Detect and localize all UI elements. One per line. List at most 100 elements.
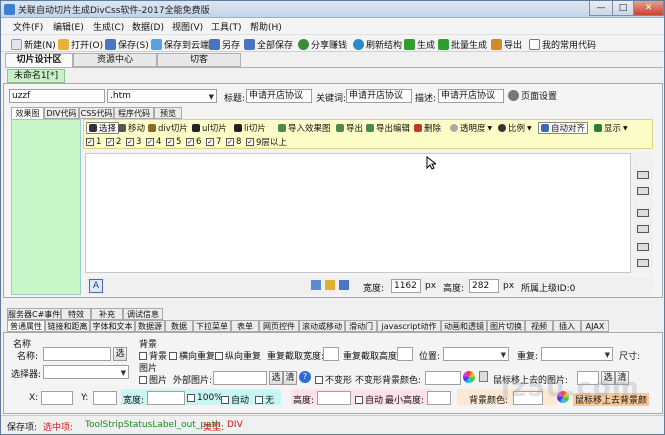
batch-generate-button[interactable]: 批量生成 — [438, 37, 487, 51]
auto-align-toggle[interactable]: 自动对齐 — [538, 122, 589, 134]
tab-datasource[interactable]: 数据源 — [135, 320, 165, 332]
repeat-y-check[interactable]: 纵向重复 — [215, 349, 261, 362]
color-picker-icon[interactable] — [463, 371, 475, 383]
align-icon[interactable] — [637, 187, 649, 195]
image-clear-button[interactable]: 清 — [283, 371, 297, 385]
help-icon[interactable]: ? — [299, 371, 311, 383]
min-height-input[interactable] — [427, 391, 451, 405]
repeat-width-input[interactable] — [323, 347, 339, 361]
import-image-tool[interactable]: 导入效果图 — [278, 122, 331, 134]
repeat-select[interactable] — [541, 347, 613, 361]
folder-icon[interactable] — [325, 280, 335, 290]
li-slice-tool[interactable]: li切片 — [234, 122, 266, 134]
position-select[interactable] — [443, 347, 509, 361]
align-icon[interactable] — [637, 259, 649, 267]
tab-resource-center[interactable]: 资源中心 — [73, 53, 157, 67]
width-input[interactable]: 1162 — [391, 279, 421, 293]
image-choose-button[interactable]: 选 — [269, 371, 283, 385]
tab-preview[interactable]: 预览 — [154, 107, 182, 119]
y-input[interactable] — [93, 391, 117, 405]
tab-css-code[interactable]: CSS代码 — [79, 107, 114, 119]
tab-image-switch[interactable]: 图片切换 — [487, 320, 525, 332]
tab-cutter[interactable]: 切客 — [157, 53, 241, 67]
tab-program-code[interactable]: 程序代码 — [114, 107, 154, 119]
tab-effect-image[interactable]: 效果图 — [11, 107, 44, 119]
menu-file[interactable]: 文件(F) — [13, 20, 43, 33]
tab-sliding-door[interactable]: 滑动门 — [345, 320, 377, 332]
minimize-button[interactable]: — — [589, 1, 613, 16]
tab-slice-design[interactable]: 切片设计区 — [5, 53, 73, 67]
close-button[interactable]: ✕ — [633, 1, 664, 16]
name-input[interactable] — [43, 347, 111, 361]
tab-common-props[interactable]: 普通属性 — [7, 320, 45, 332]
tab-js-actions[interactable]: javascript动作 — [377, 320, 441, 332]
save-button[interactable]: 保存(S) — [105, 37, 149, 51]
layer-check-1[interactable]: ✓ 1 — [86, 136, 101, 148]
move-tool[interactable]: 移动 — [118, 122, 145, 134]
my-code-button[interactable]: 我的常用代码 — [529, 37, 596, 51]
tab-web-controls[interactable]: 网页控件 — [259, 320, 299, 332]
select-tool[interactable]: 选择 — [86, 122, 120, 134]
align-icon[interactable] — [637, 209, 649, 217]
height-prop-input[interactable] — [317, 391, 351, 405]
menu-generate[interactable]: 生成(C) — [93, 20, 124, 33]
repeat-x-check[interactable]: 横向重复 — [169, 349, 215, 362]
save-cloud-button[interactable]: 保存到云端 — [151, 37, 209, 51]
tab-ajax[interactable]: AJAX — [581, 320, 609, 332]
title-input[interactable]: 申请开店协议 — [246, 89, 312, 103]
tab-video[interactable]: 视频 — [525, 320, 553, 332]
page-settings-button[interactable]: 页面设置 — [508, 89, 557, 102]
tab-dropdown[interactable]: 下拉菜单 — [193, 320, 231, 332]
external-image-input[interactable] — [213, 371, 267, 385]
ul-slice-tool[interactable]: ul切片 — [192, 122, 227, 134]
maximize-button[interactable]: □ — [612, 1, 634, 16]
document-tab[interactable]: 未命名1[*] — [7, 69, 65, 83]
width-auto-check[interactable]: 自动 — [221, 393, 249, 406]
generate-button[interactable]: 生成 — [404, 37, 435, 51]
save-as-button[interactable]: 另存 — [209, 37, 240, 51]
share-button[interactable]: 分享赚钱 — [298, 37, 347, 51]
export-edit-tool[interactable]: 导出编辑 — [366, 122, 410, 134]
menu-data[interactable]: 数据(D) — [132, 20, 164, 33]
tab-data[interactable]: 数据 — [165, 320, 193, 332]
tab-effects[interactable]: 特效 — [61, 308, 91, 320]
tab-insert[interactable]: 插入 — [553, 320, 581, 332]
export-button[interactable]: 导出 — [491, 37, 522, 51]
repeat-height-input[interactable] — [397, 347, 413, 361]
image-check[interactable]: 图片 — [139, 373, 167, 386]
tab-font-text[interactable]: 字体和文本 — [90, 320, 135, 332]
export-tool[interactable]: 导出 — [336, 122, 363, 134]
menu-view[interactable]: 视图(V) — [172, 20, 203, 33]
layer-check-5[interactable]: ✓ 5 — [166, 136, 181, 148]
layer-check-4[interactable]: ✓ 4 — [146, 136, 161, 148]
design-canvas[interactable] — [85, 153, 631, 273]
no-deform-check[interactable]: 不变形 — [315, 373, 352, 386]
tab-debug-info[interactable]: 调试信息 — [123, 308, 163, 320]
name-choose-button[interactable]: 选 — [113, 347, 127, 361]
width-none-check[interactable]: 无 — [255, 393, 274, 406]
keywords-input[interactable]: 申请开店协议 — [346, 89, 412, 103]
menu-edit[interactable]: 编辑(E) — [53, 20, 84, 33]
new-button[interactable]: 新建(N) — [11, 37, 56, 51]
description-input[interactable]: 申请开店协议 — [438, 89, 504, 103]
refresh-button[interactable]: 刷新结构 — [353, 37, 402, 51]
layer-check-3[interactable]: ✓ 3 — [126, 136, 141, 148]
layer-check-9-plus[interactable]: ✓ 9层以上 — [246, 136, 287, 148]
font-tool-icon[interactable]: A — [89, 279, 103, 293]
delete-tool[interactable]: 删除 — [414, 122, 441, 134]
align-icon[interactable] — [637, 225, 649, 233]
height-auto-check[interactable]: 自动 — [355, 393, 383, 406]
width-prop-input[interactable] — [147, 391, 185, 405]
div-slice-tool[interactable]: div切片 — [148, 122, 188, 134]
layer-check-7[interactable]: ✓ 7 — [206, 136, 221, 148]
tab-supplement[interactable]: 补充 — [91, 308, 123, 320]
height-input[interactable]: 282 — [469, 279, 499, 293]
tab-form[interactable]: 表单 — [231, 320, 259, 332]
selector-select[interactable] — [43, 365, 129, 379]
save-all-button[interactable]: 全部保存 — [244, 37, 293, 51]
save-icon[interactable] — [339, 280, 349, 290]
display-dropdown[interactable]: 显示 ▼ — [594, 122, 628, 134]
layer-check-6[interactable]: ✓ 6 — [186, 136, 201, 148]
menu-help[interactable]: 帮助(H) — [250, 20, 282, 33]
zoom-icon[interactable] — [311, 280, 321, 290]
